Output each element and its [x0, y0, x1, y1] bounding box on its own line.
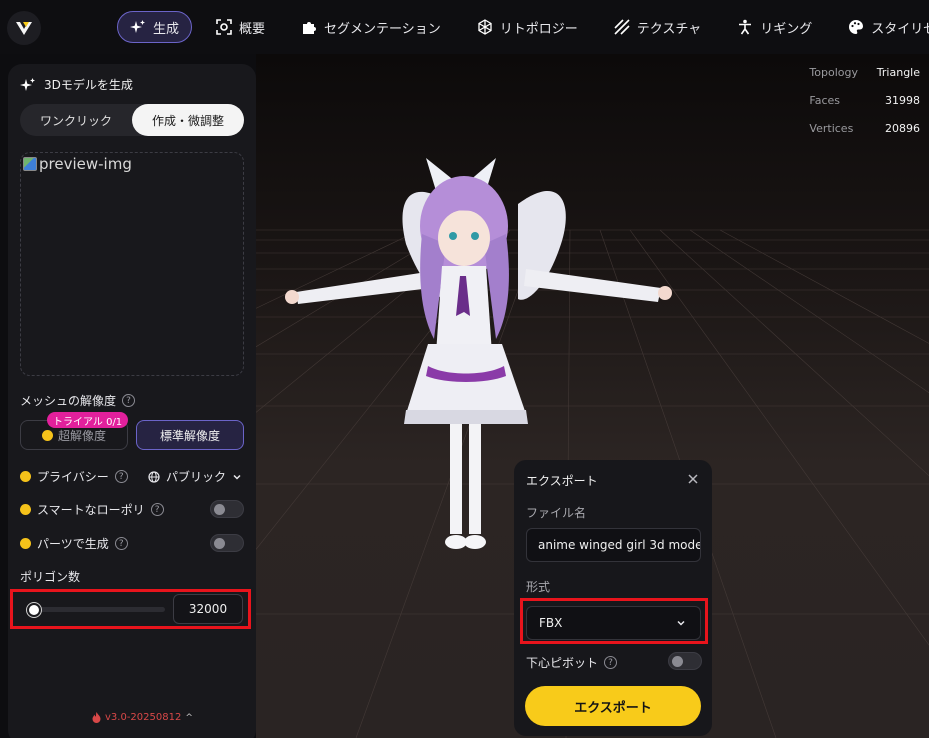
- nav-tab-label: セグメンテーション: [324, 21, 441, 37]
- export-dialog-title: エクスポート: [526, 474, 598, 488]
- app-logo[interactable]: [7, 11, 41, 45]
- privacy-label: プライバシー: [37, 470, 109, 484]
- pivot-row: 下心ピボット ?: [526, 654, 618, 671]
- help-icon[interactable]: ?: [150, 503, 164, 516]
- crown-icon: [41, 429, 53, 441]
- privacy-value: パブリック: [166, 470, 227, 484]
- privacy-row: プライバシー ?: [20, 468, 128, 485]
- mode-create-finetune-button[interactable]: 作成・微調整: [132, 104, 244, 136]
- stat-value: Triangle: [876, 66, 920, 79]
- stat-label: Vertices: [809, 122, 854, 135]
- smart-lowpoly-toggle[interactable]: [210, 500, 244, 518]
- parts-label: パーツで生成: [37, 537, 109, 551]
- nav-tab-label: 概要: [239, 21, 266, 37]
- crown-icon: [20, 504, 31, 515]
- polygon-count-label: ポリゴン数: [20, 568, 80, 585]
- app-root: 生成 概要 セグメンテーション リトポロジー テクスチャ リギング スタイリ T…: [0, 0, 929, 738]
- panel-title-text: 3Dモデルを生成: [44, 78, 133, 92]
- rig-icon: [739, 19, 752, 35]
- filename-input[interactable]: anime winged girl 3d model: [526, 528, 701, 562]
- stat-label: Faces: [809, 94, 841, 107]
- format-label: 形式: [526, 580, 551, 594]
- globe-icon: [148, 470, 160, 483]
- stat-faces: Faces 31998: [809, 94, 920, 122]
- smart-lowpoly-label: スマートなローポリ: [37, 503, 145, 517]
- stat-value: 31998: [885, 94, 920, 107]
- highlight-format-select: [520, 598, 708, 644]
- standard-resolution-label: 標準解像度: [159, 428, 220, 443]
- parts-row: パーツで生成 ?: [20, 535, 128, 552]
- resolution-label-text: メッシュの解像度: [20, 394, 117, 408]
- panel-title: 3Dモデルを生成: [20, 76, 133, 93]
- nav-tab-overview[interactable]: 概要: [204, 11, 277, 43]
- nav-tab-label: 生成: [153, 21, 180, 37]
- main-nav: 生成 概要 セグメンテーション リトポロジー テクスチャ リギング スタイリ: [117, 11, 929, 43]
- super-resolution-label: 超解像度: [57, 428, 106, 443]
- model-stats: Topology Triangle Faces 31998 Vertices 2…: [809, 66, 920, 150]
- stat-topology: Topology Triangle: [809, 66, 920, 94]
- mode-toggle: ワンクリック 作成・微調整: [20, 104, 244, 136]
- help-icon[interactable]: ?: [604, 656, 618, 669]
- texture-icon: [614, 19, 630, 35]
- filename-label: ファイル名: [526, 506, 587, 520]
- smart-lowpoly-row: スマートなローポリ ?: [20, 501, 164, 518]
- help-icon[interactable]: ?: [114, 470, 128, 483]
- export-button[interactable]: エクスポート: [525, 686, 701, 726]
- nav-tab-stylization[interactable]: スタイリゼーション: [836, 11, 929, 43]
- chevron-down-icon: [233, 474, 241, 480]
- help-icon[interactable]: ?: [114, 537, 128, 550]
- sparkle-icon: [130, 20, 145, 33]
- pivot-toggle[interactable]: [668, 652, 702, 670]
- nav-tab-label: スタイリゼーション: [871, 21, 929, 37]
- pivot-label: 下心ピボット: [526, 656, 599, 670]
- puzzle-icon: [303, 22, 317, 34]
- preview-image-broken: preview-img: [23, 155, 132, 173]
- chevron-up-icon: ^: [185, 712, 193, 723]
- flame-icon: [92, 712, 101, 723]
- version-text: v3.0-20250812: [105, 712, 182, 723]
- mesh-icon: [478, 19, 492, 35]
- nav-tab-retopology[interactable]: リトポロジー: [465, 11, 590, 43]
- nav-tab-label: テクスチャ: [636, 21, 702, 37]
- preview-alt-text: preview-img: [39, 155, 132, 173]
- sparkle-icon: [20, 77, 35, 91]
- image-preview[interactable]: preview-img: [20, 152, 244, 376]
- stat-vertices: Vertices 20896: [809, 122, 920, 150]
- crown-icon: [20, 538, 31, 549]
- version-info[interactable]: v3.0-20250812 ^: [92, 712, 193, 723]
- privacy-dropdown[interactable]: パブリック: [148, 468, 242, 485]
- broken-image-icon: [23, 157, 37, 171]
- parts-toggle[interactable]: [210, 534, 244, 552]
- stat-label: Topology: [809, 66, 858, 79]
- close-icon[interactable]: [686, 472, 700, 486]
- nav-tab-label: リトポロジー: [499, 21, 578, 37]
- trial-badge: トライアル 0/1: [47, 412, 129, 428]
- help-icon[interactable]: ?: [122, 394, 136, 407]
- generate-panel: 3Dモデルを生成 ワンクリック 作成・微調整 preview-img メッシュの…: [8, 64, 256, 738]
- top-nav-bar: 生成 概要 セグメンテーション リトポロジー テクスチャ リギング スタイリ: [0, 0, 929, 54]
- crown-icon: [20, 471, 31, 482]
- stat-value: 20896: [885, 122, 920, 135]
- palette-icon: [849, 20, 864, 34]
- frame-icon: [216, 19, 232, 35]
- standard-resolution-button[interactable]: 標準解像度: [136, 420, 244, 450]
- nav-tab-rigging[interactable]: リギング: [725, 11, 824, 43]
- logo-icon: [16, 22, 32, 35]
- highlight-polygon-count: [10, 589, 251, 629]
- polygon-count-label-text: ポリゴン数: [20, 570, 81, 584]
- nav-tab-texture[interactable]: テクスチャ: [602, 11, 713, 43]
- nav-tab-generate[interactable]: 生成: [117, 11, 193, 43]
- nav-tab-segmentation[interactable]: セグメンテーション: [289, 11, 453, 43]
- resolution-label: メッシュの解像度 ?: [20, 392, 136, 409]
- mode-one-click-button[interactable]: ワンクリック: [20, 104, 132, 136]
- nav-tab-label: リギング: [760, 21, 813, 37]
